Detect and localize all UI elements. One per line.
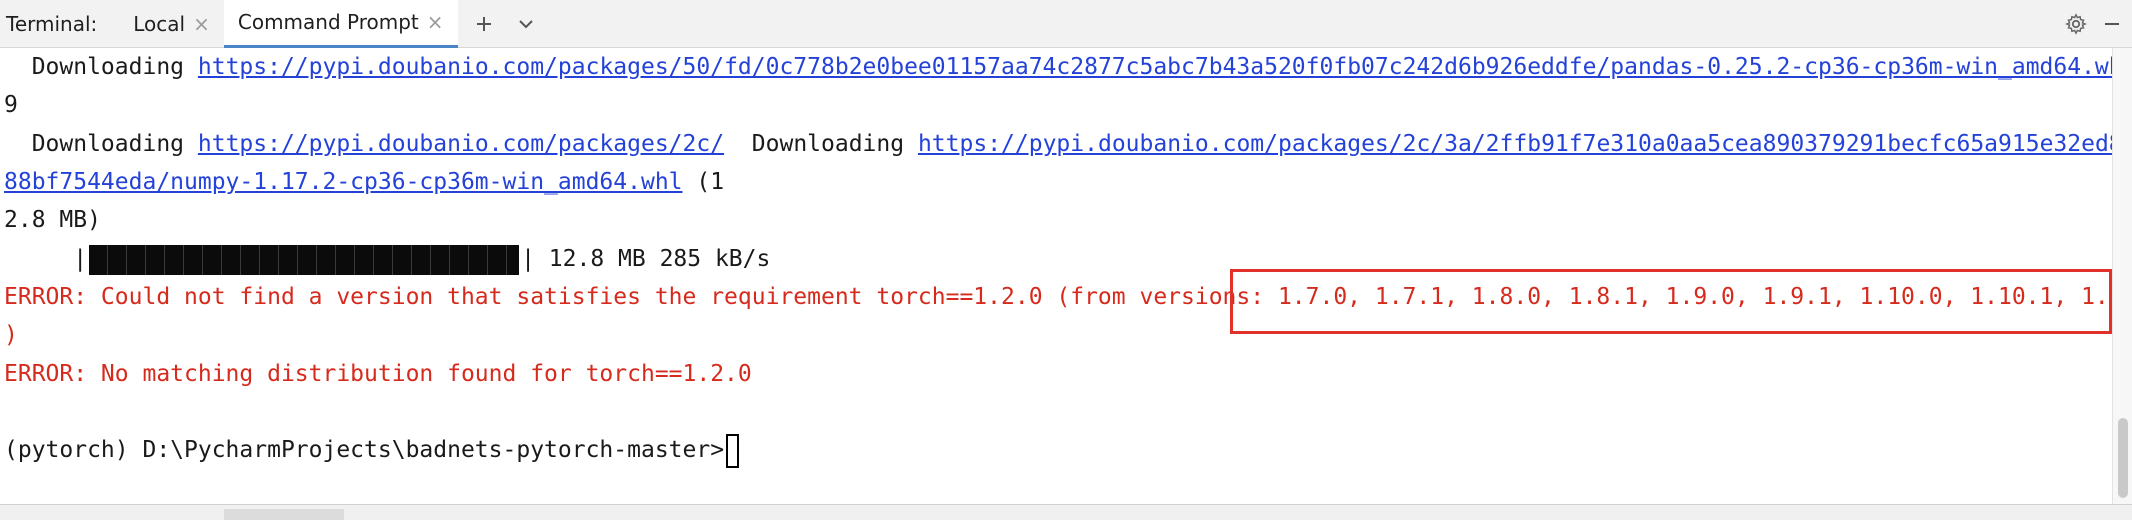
scrollbar-thumb[interactable]	[2118, 418, 2128, 498]
terminal-line: 2.8 MB)	[4, 207, 101, 233]
command-prompt: (pytorch) D:\PycharmProjects\badnets-pyt…	[4, 437, 725, 463]
download-text: Downloading	[724, 131, 918, 157]
tab-local[interactable]: Local ×	[119, 0, 224, 48]
size-text: (1	[682, 169, 725, 195]
close-icon[interactable]: ×	[193, 12, 210, 36]
bottom-tool-bar	[0, 504, 2132, 520]
text-cursor	[726, 433, 740, 468]
terminal-window: Terminal: Local × Command Prompt × Downl…	[0, 0, 2132, 520]
close-icon[interactable]: ×	[427, 10, 444, 34]
plus-icon[interactable]	[468, 8, 500, 40]
tab-local-label: Local	[133, 11, 186, 36]
bottom-tool-button[interactable]	[224, 509, 344, 520]
tab-command-prompt[interactable]: Command Prompt ×	[223, 0, 458, 48]
download-link[interactable]: https://pypi.doubanio.com/packages/50/fd…	[198, 54, 2132, 80]
download-link[interactable]: https://pypi.doubanio.com/packages/2c/	[198, 131, 724, 157]
terminal-tab-bar: Terminal: Local × Command Prompt ×	[0, 0, 2132, 48]
progress-line: | | 12.8 MB 285 kB/s	[4, 240, 770, 278]
prompt-line[interactable]: (pytorch) D:\PycharmProjects\badnets-pyt…	[4, 431, 740, 469]
download-text: Downloading	[4, 131, 198, 157]
tab-command-prompt-label: Command Prompt	[237, 10, 419, 34]
progress-status: | 12.8 MB 285 kB/s	[521, 246, 771, 272]
download-link[interactable]: https://pypi.doubanio.com/packages/2c/3a…	[918, 131, 2132, 157]
terminal-line: 88bf7544eda/numpy-1.17.2-cp36-cp36m-win_…	[4, 163, 724, 201]
progress-left-edge: |	[4, 246, 88, 272]
progress-bar	[89, 244, 520, 275]
terminal-line: Downloading https://pypi.doubanio.com/pa…	[4, 125, 2132, 163]
versions-highlight-box	[1230, 269, 2112, 334]
error-line: ERROR: No matching distribution found fo…	[4, 361, 752, 387]
minimize-icon[interactable]	[2096, 8, 2128, 40]
terminal-line: 9	[4, 92, 18, 118]
gear-icon[interactable]	[2060, 8, 2092, 40]
download-text: Downloading	[4, 54, 198, 80]
terminal-label: Terminal:	[6, 11, 98, 36]
vertical-scrollbar[interactable]	[2112, 48, 2132, 504]
terminal-output[interactable]: Downloading https://pypi.doubanio.com/pa…	[0, 48, 2132, 504]
chevron-down-icon[interactable]	[510, 8, 542, 40]
terminal-line: Downloading https://pypi.doubanio.com/pa…	[4, 48, 2132, 86]
tab-bar-actions	[2056, 0, 2128, 48]
download-link[interactable]: 88bf7544eda/numpy-1.17.2-cp36-cp36m-win_…	[4, 169, 683, 195]
error-line: )	[4, 322, 18, 348]
